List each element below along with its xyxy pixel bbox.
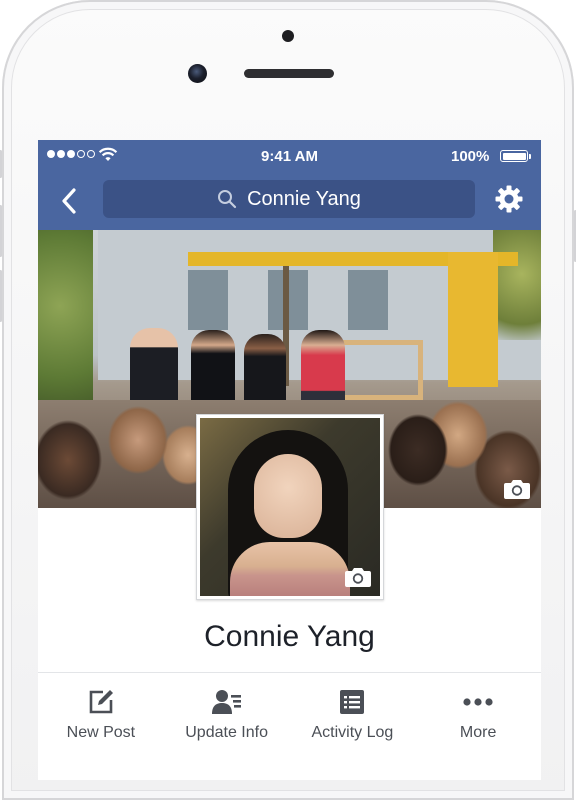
- battery-icon: [500, 150, 528, 162]
- volume-up-button: [0, 205, 2, 257]
- person-info-icon: [211, 690, 241, 714]
- gear-icon[interactable]: [494, 184, 524, 214]
- more-label: More: [459, 724, 497, 741]
- status-bar: 9:41 AM 100%: [38, 146, 541, 168]
- more-dots-icon: [463, 698, 493, 706]
- cover-tree: [493, 230, 541, 340]
- battery-fill: [502, 152, 526, 160]
- earpiece-speaker: [244, 69, 334, 78]
- cover-window: [348, 270, 388, 330]
- new-post-button[interactable]: New Post: [38, 680, 164, 750]
- profile-picture-frame[interactable]: [196, 414, 384, 600]
- search-bar[interactable]: Connie Yang: [103, 180, 475, 218]
- camera-icon[interactable]: [344, 566, 372, 588]
- cover-crane-post: [448, 252, 498, 387]
- phone-screen: 9:41 AM 100% Connie Yang Connie Yang New…: [38, 140, 541, 780]
- camera-icon[interactable]: [503, 478, 531, 500]
- front-camera: [188, 64, 207, 83]
- proximity-sensor: [282, 30, 294, 42]
- update-info-button[interactable]: Update Info: [164, 680, 290, 750]
- search-text: Connie Yang: [247, 187, 361, 210]
- battery-tip: [529, 154, 531, 159]
- activity-log-button[interactable]: Activity Log: [290, 680, 416, 750]
- avatar-shoulders: [230, 542, 350, 596]
- profile-actions: New Post Update Info Activity Log More: [38, 680, 541, 750]
- more-button[interactable]: More: [415, 680, 541, 750]
- volume-down-button: [0, 270, 2, 322]
- side-button: [0, 150, 2, 178]
- profile-name: Connie Yang: [204, 620, 375, 653]
- navigation-bar: 9:41 AM 100% Connie Yang: [38, 140, 541, 230]
- compose-icon: [89, 690, 113, 714]
- update-info-label: Update Info: [185, 724, 268, 741]
- profile-picture: [200, 418, 380, 596]
- divider: [38, 672, 541, 673]
- cover-tree: [38, 230, 93, 420]
- cover-window: [188, 270, 228, 330]
- activity-log-label: Activity Log: [311, 724, 394, 741]
- phone-frame: 9:41 AM 100% Connie Yang Connie Yang New…: [0, 0, 576, 800]
- chevron-left-icon[interactable]: [58, 186, 80, 216]
- search-icon: [218, 190, 237, 209]
- new-post-label: New Post: [66, 724, 136, 741]
- battery-percent: 100%: [451, 148, 490, 165]
- list-icon: [340, 690, 365, 714]
- avatar-face: [254, 454, 322, 538]
